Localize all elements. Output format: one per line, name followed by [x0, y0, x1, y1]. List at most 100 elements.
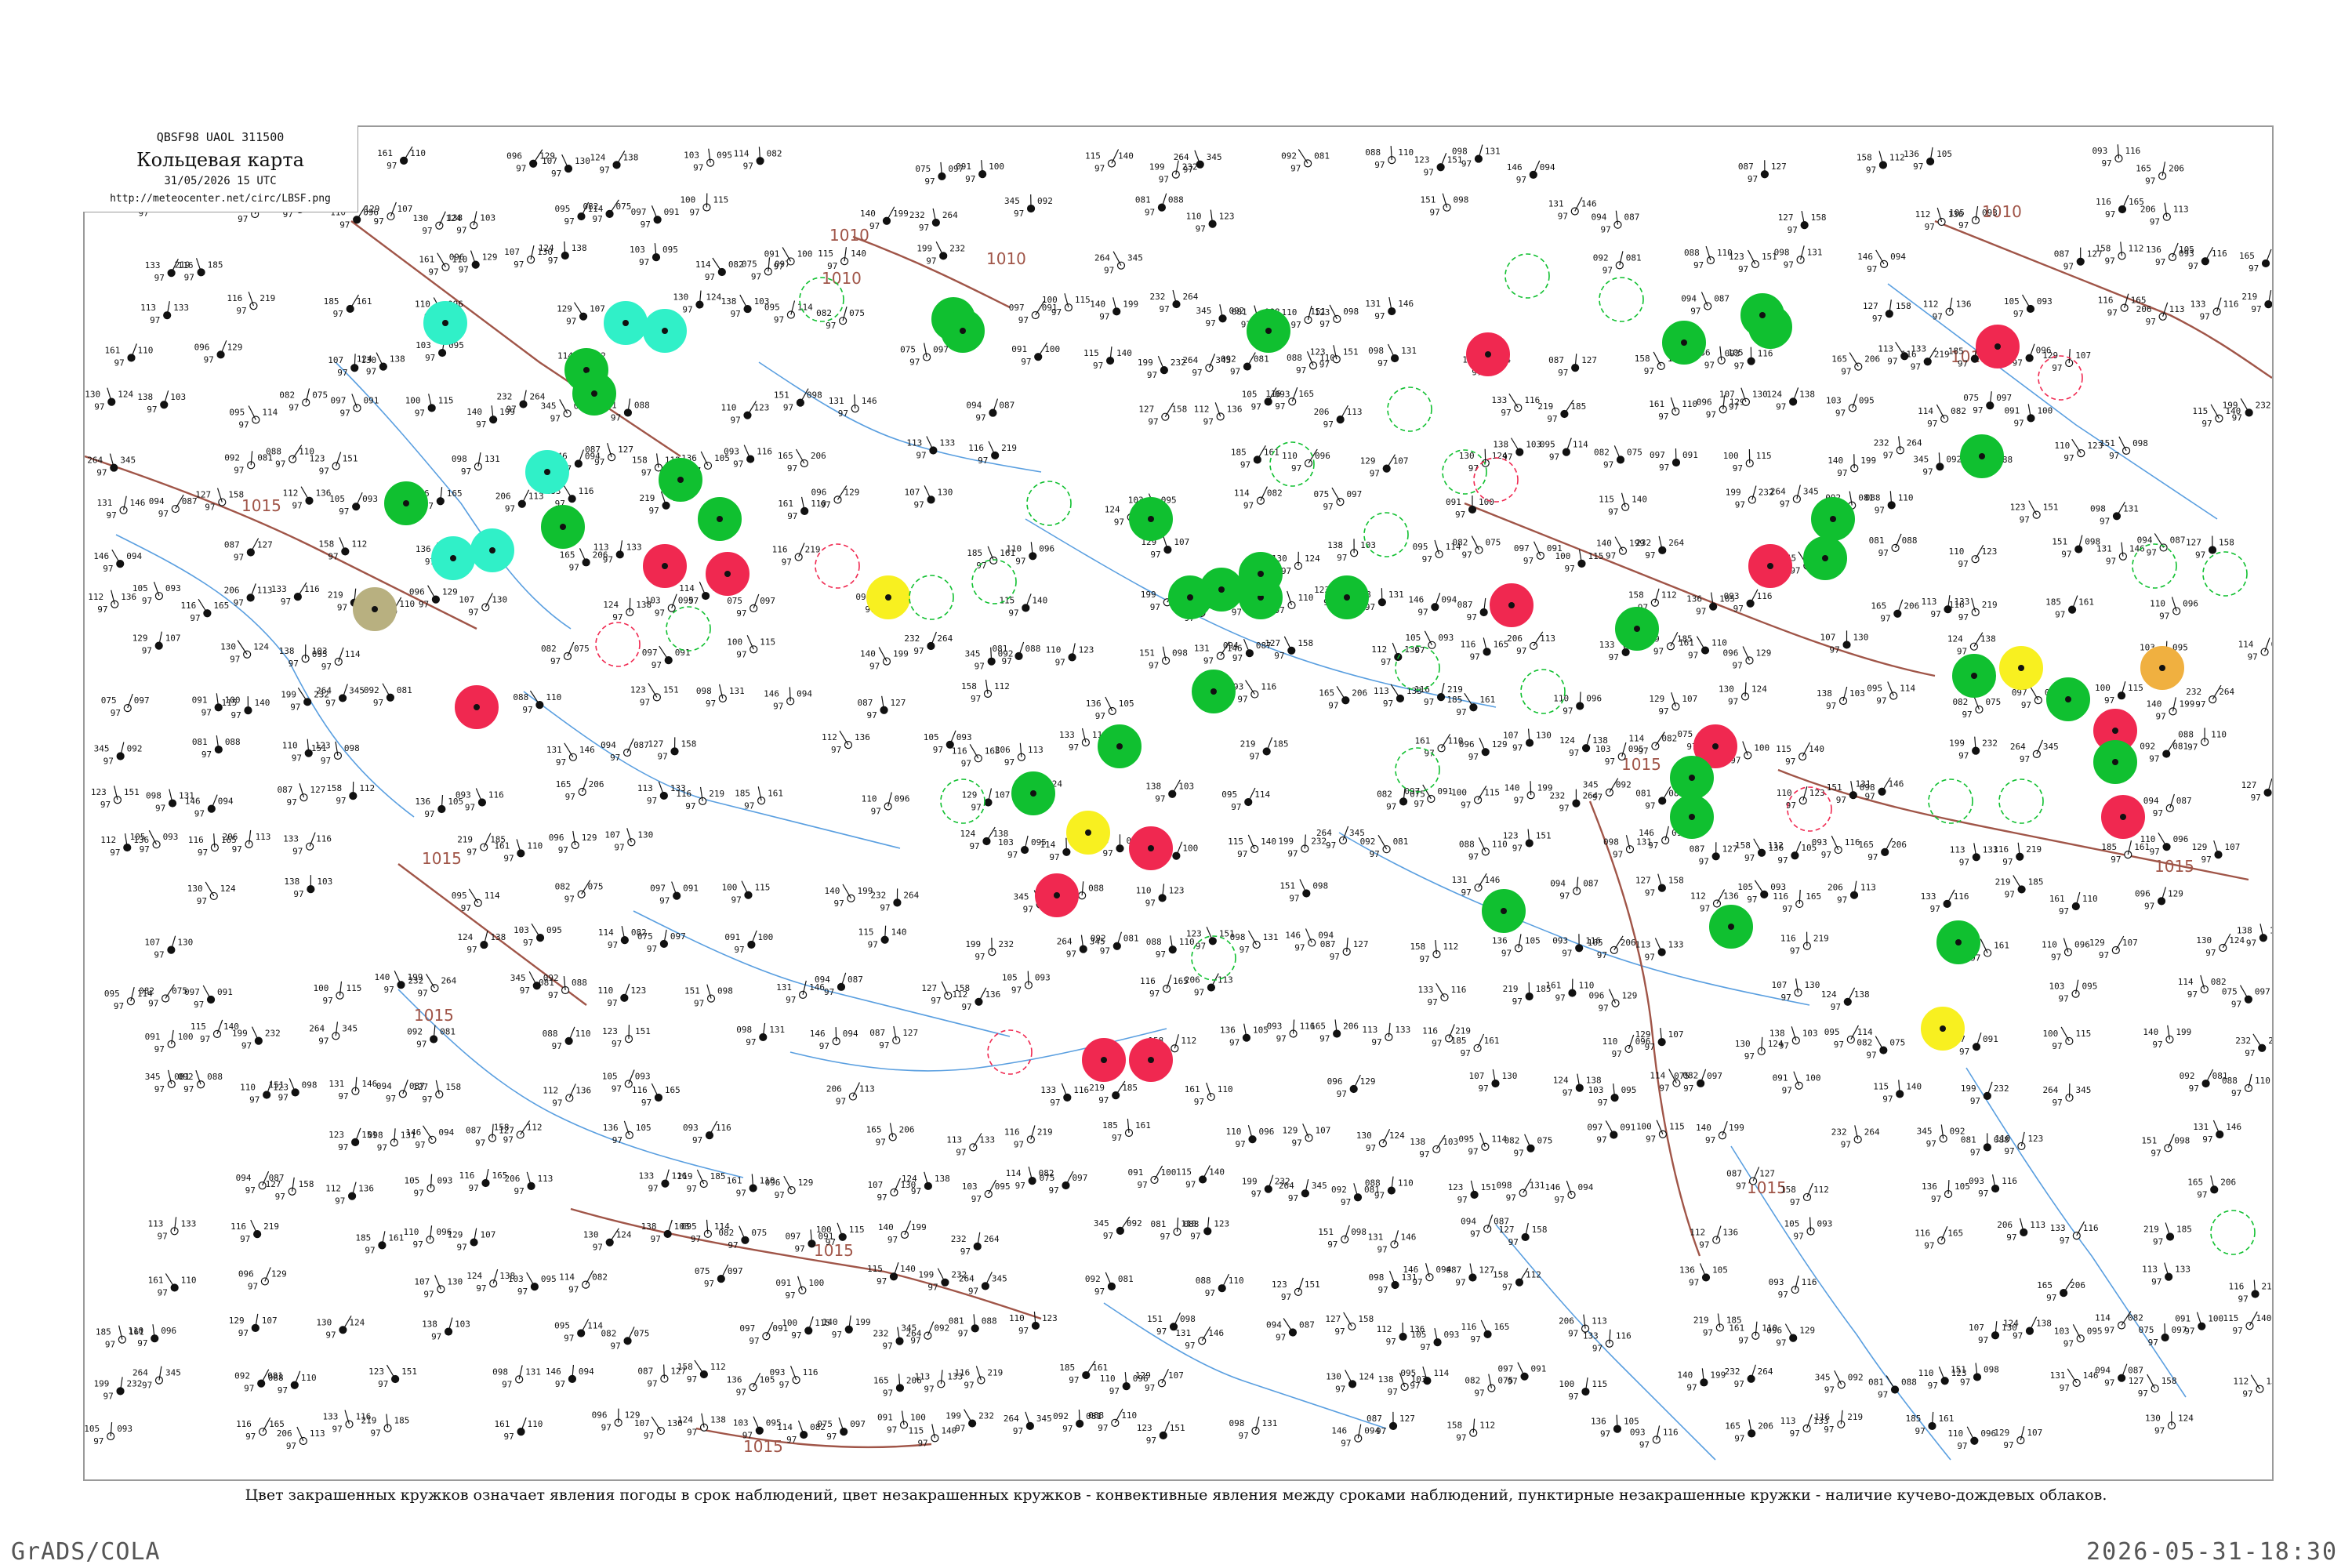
station-plot: 23297264: [1549, 789, 1599, 814]
station-value: 098: [1369, 1272, 1385, 1283]
station-value: 098: [1180, 1314, 1196, 1324]
station-plot: 13397116: [1583, 1329, 1632, 1354]
station-value: 088: [2222, 1076, 2238, 1086]
station-plot: 34597092: [1004, 194, 1053, 219]
station-value: 97: [514, 1186, 524, 1196]
station-dot: [885, 594, 891, 601]
station-value: 130: [187, 884, 203, 894]
station-value: 127: [1265, 638, 1280, 648]
station-value: 97: [377, 1142, 387, 1152]
station-value: 103: [2270, 925, 2272, 935]
station-plot: 11597140: [1776, 742, 1824, 767]
station-value: 112: [1923, 299, 1939, 310]
station-value: 093: [1444, 1330, 1460, 1340]
station-value: 115: [191, 1022, 206, 1032]
station-plot: 12797158: [1325, 1312, 1374, 1337]
station-value: 131: [1452, 875, 1468, 885]
station-plot: 13697105: [1086, 696, 1134, 721]
station-value: 206: [1864, 354, 1880, 365]
station-value: 088: [1365, 1178, 1381, 1189]
station-value: 095: [995, 1181, 1011, 1192]
station-value: 146: [1400, 1232, 1416, 1242]
station-value: 082: [139, 986, 154, 996]
station-value: 136: [1220, 1025, 1236, 1036]
station-value: 094: [843, 1029, 858, 1039]
station-value: 97: [640, 697, 650, 707]
station-value: 091: [1983, 1034, 1998, 1044]
station-value: 97: [105, 1340, 115, 1350]
weather-circle-open: [940, 779, 985, 824]
station-value: 092: [407, 1027, 423, 1037]
station-value: 110: [1777, 788, 1792, 798]
station-dot: [662, 328, 668, 334]
station-dot: [1265, 328, 1272, 334]
station-value: 123: [368, 1367, 384, 1377]
station-value: 97: [1834, 1040, 1844, 1050]
station-value: 136: [1492, 935, 1508, 946]
station-value: 97: [971, 802, 981, 812]
station-value: 088: [266, 447, 281, 457]
station-plot: 12797158: [648, 737, 696, 761]
station-plot: 12797158: [1863, 299, 1911, 324]
station-plot: 23297264: [904, 631, 953, 656]
station-value: 123: [630, 684, 646, 695]
station-value: 140: [824, 886, 840, 896]
station-value: 97: [278, 1092, 289, 1102]
station-plot: 10597093: [85, 1421, 132, 1446]
station-dot: [2112, 728, 2118, 734]
station-plot: 10097115: [2042, 1026, 2091, 1051]
station-value: 97: [148, 999, 158, 1009]
station-value: 096: [1315, 451, 1330, 461]
station-value: 345: [94, 744, 110, 754]
station-value: 97: [819, 1041, 829, 1051]
station-value: 088: [513, 692, 528, 702]
station-value: 110: [1682, 399, 1697, 409]
station-value: 97: [1291, 463, 1301, 474]
station-plot: 15197098: [1279, 879, 1328, 903]
station-plot: 23297264: [1725, 1364, 1773, 1389]
station-value: 206: [1758, 1421, 1773, 1431]
station-value: 088: [225, 737, 241, 747]
station-value: 97: [158, 1287, 168, 1298]
station-plot: 11497082: [2238, 637, 2272, 662]
station-value: 133: [626, 542, 642, 552]
station-value: 131: [1856, 779, 1871, 789]
station-value: 97: [2099, 950, 2109, 960]
station-value: 97: [422, 1094, 432, 1105]
station-plot: 12997107: [448, 1228, 495, 1253]
station-value: 97: [1958, 220, 1969, 230]
station-value: 97: [1156, 949, 1166, 960]
station-value: 219: [640, 493, 655, 503]
station-value: 97: [1957, 647, 1967, 657]
station-value: 113: [1950, 844, 1965, 855]
station-plot: 09897131: [492, 1365, 541, 1389]
station-plot: 12997107: [557, 302, 605, 327]
station-value: 97: [503, 1134, 514, 1145]
station-value: 97: [1748, 174, 1758, 184]
station-plot: 15197098: [311, 741, 360, 766]
station-value: 098: [1230, 932, 1246, 942]
station-value: 130: [1752, 390, 1768, 400]
station-value: 161: [495, 1419, 510, 1429]
station-value: 096: [2173, 834, 2189, 844]
station-value: 97: [751, 271, 761, 281]
station-value: 345: [1583, 780, 1599, 790]
station-value: 206: [899, 1124, 915, 1134]
station-value: 098: [2174, 1135, 2190, 1145]
station-value: 096: [549, 833, 564, 843]
station-value: 97: [1319, 1033, 1330, 1044]
station-value: 094: [236, 1173, 252, 1183]
station-value: 113: [1592, 1316, 1607, 1327]
station-plot: 09697129: [765, 1175, 813, 1200]
station-value: 97: [1780, 499, 1790, 509]
station-value: 075: [1627, 447, 1642, 457]
station-plot: 20697113: [505, 1171, 553, 1196]
station-plot: 11597140: [1873, 1080, 1922, 1104]
station-value: 116: [1663, 1427, 1679, 1437]
station-plot: 09397116: [2092, 144, 2140, 169]
station-value: 97: [1563, 1088, 1573, 1098]
station-plot: 13697105: [1768, 840, 1817, 866]
station-value: 97: [1915, 1426, 1925, 1436]
station-value: 107: [414, 1276, 430, 1287]
station-value: 088: [1459, 839, 1475, 849]
